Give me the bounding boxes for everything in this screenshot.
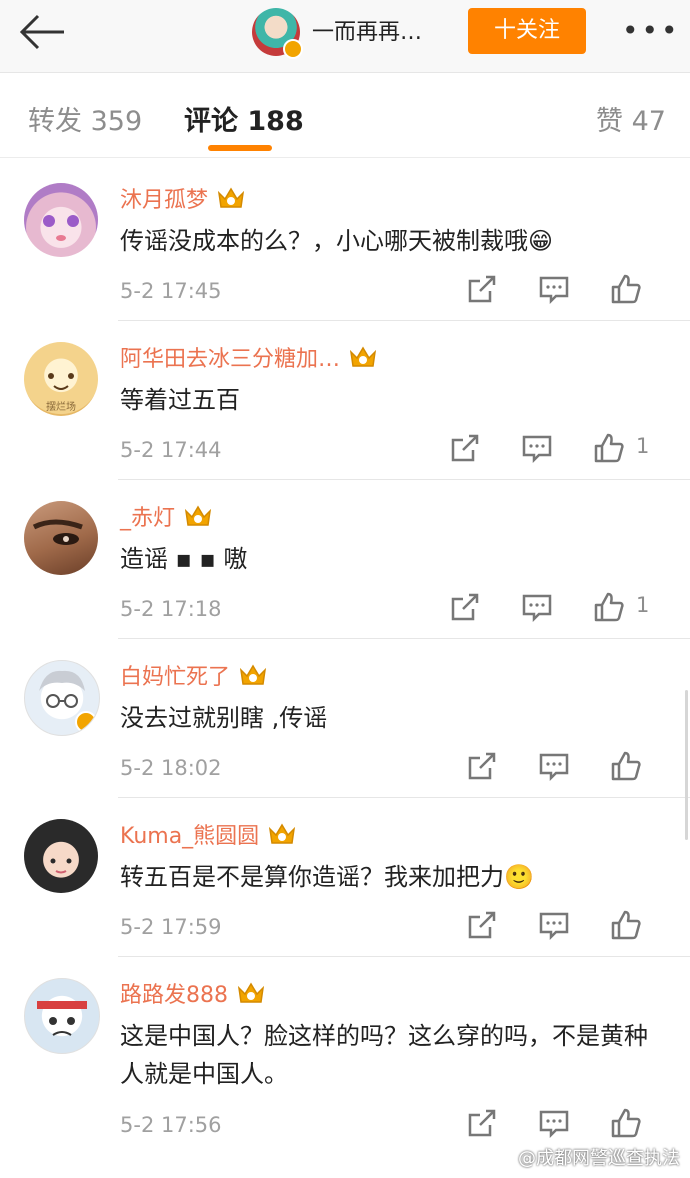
member-crown-icon (349, 346, 377, 367)
comment-item: 摆烂场 阿华田去冰三分糖加… 等着过五百 5-2 17:44 1 (0, 321, 690, 480)
comment-item: Kuma_熊圆圆 转五百是不是算你造谣？我来加把力🙂 5-2 17:59 (0, 798, 690, 957)
commenter-avatar[interactable] (24, 978, 100, 1054)
member-crown-icon (184, 505, 212, 526)
share-icon[interactable] (466, 1107, 498, 1139)
verified-badge-icon (75, 711, 97, 733)
commenter-name[interactable]: _赤灯 (120, 506, 175, 531)
commenter-name[interactable]: 沐月孤梦 (120, 188, 208, 213)
comment-text: 这是中国人？脸这样的吗？这么穿的吗，不是黄种人就是中国人。 (120, 1022, 648, 1088)
reply-icon[interactable] (521, 591, 553, 623)
reply-icon[interactable] (538, 273, 570, 305)
active-tab-indicator (208, 145, 272, 151)
comment-time: 5-2 17:59 (120, 915, 222, 939)
commenter-avatar[interactable]: 摆烂场 (24, 342, 98, 416)
commenter-name[interactable]: 阿华田去冰三分糖加… (120, 347, 340, 372)
commenter-name[interactable]: Kuma_熊圆圆 (120, 824, 259, 849)
follow-button[interactable]: 十关注 (468, 8, 586, 54)
like-icon[interactable] (610, 909, 642, 941)
watermark: @成都网警巡查执法 (518, 1148, 680, 1169)
commenter-avatar[interactable] (24, 183, 98, 257)
tab-bar: 转发 359 评论 188 赞 47 (0, 73, 690, 158)
comment-time: 5-2 18:02 (120, 756, 222, 780)
tab-comments[interactable]: 评论 188 (184, 99, 304, 138)
comment-text: 等着过五百 (120, 386, 240, 414)
tab-likes[interactable]: 赞 47 (596, 99, 666, 138)
like-count: 1 (636, 593, 650, 617)
comment-text: 造谣 ▪ ▪ 嗷 (120, 545, 248, 573)
share-icon[interactable] (466, 909, 498, 941)
back-arrow-icon[interactable] (16, 12, 68, 52)
like-count: 1 (636, 434, 650, 458)
comment-item: 路路发888 这是中国人？脸这样的吗？这么穿的吗，不是黄种人就是中国人。 5-2… (0, 957, 690, 1157)
tab-reposts[interactable]: 转发 359 (28, 99, 142, 138)
commenter-avatar[interactable] (24, 819, 98, 893)
member-crown-icon (239, 664, 267, 685)
like-icon[interactable] (610, 750, 642, 782)
comment-item: 白妈忙死了 没去过就别瞎 ,传谣 5-2 18:02 (0, 639, 690, 798)
comment-time: 5-2 17:44 (120, 438, 222, 462)
comment-time: 5-2 17:56 (120, 1113, 222, 1137)
reply-icon[interactable] (538, 1107, 570, 1139)
reply-icon[interactable] (538, 750, 570, 782)
share-icon[interactable] (449, 432, 481, 464)
comment-item: _赤灯 造谣 ▪ ▪ 嗷 5-2 17:18 1 (0, 480, 690, 639)
share-icon[interactable] (466, 750, 498, 782)
comment-time: 5-2 17:18 (120, 597, 222, 621)
comment-time: 5-2 17:45 (120, 279, 222, 303)
like-icon[interactable] (610, 1107, 642, 1139)
like-icon[interactable] (593, 591, 625, 623)
commenter-name[interactable]: 白妈忙死了 (120, 665, 230, 690)
reply-icon[interactable] (538, 909, 570, 941)
member-crown-icon (237, 982, 265, 1003)
author-avatar[interactable] (252, 8, 303, 59)
reply-icon[interactable] (521, 432, 553, 464)
member-crown-icon (217, 187, 245, 208)
share-icon[interactable] (449, 591, 481, 623)
commenter-avatar[interactable] (24, 660, 100, 736)
scrollbar[interactable] (685, 690, 688, 840)
comment-text: 转五百是不是算你造谣？我来加把力🙂 (120, 863, 534, 891)
comment-text: 传谣没成本的么？，小心哪天被制裁哦😁 (120, 227, 554, 255)
like-icon[interactable] (610, 273, 642, 305)
commenter-name[interactable]: 路路发888 (120, 983, 228, 1008)
member-crown-icon (269, 823, 296, 844)
like-icon[interactable] (593, 432, 625, 464)
page-title: 一而再再… (312, 20, 423, 45)
commenter-avatar[interactable] (24, 501, 98, 575)
share-icon[interactable] (466, 273, 498, 305)
more-icon[interactable]: ••• (622, 14, 678, 48)
comment-item: 沐月孤梦 传谣没成本的么？，小心哪天被制裁哦😁 5-2 17:45 (0, 162, 690, 321)
comment-text: 没去过就别瞎 ,传谣 (120, 704, 328, 732)
top-bar: 一而再再… 十关注 ••• (0, 0, 690, 73)
verified-badge-icon (283, 39, 303, 59)
svg-text:摆烂场: 摆烂场 (46, 400, 76, 413)
